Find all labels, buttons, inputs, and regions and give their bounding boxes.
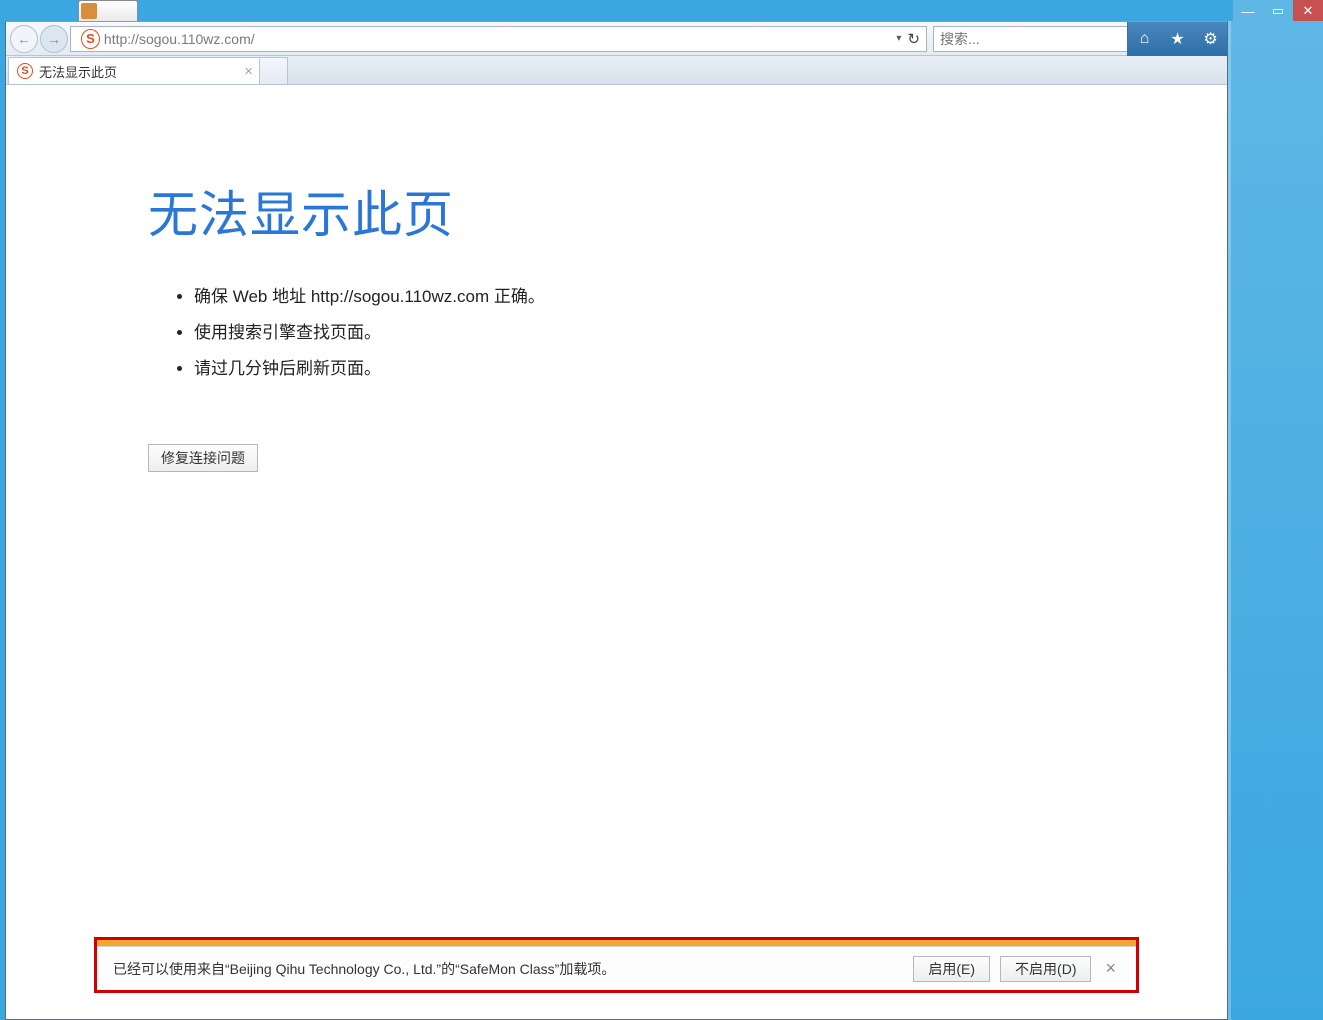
back-icon: ←: [17, 31, 31, 47]
window-close-button[interactable]: ✕: [1293, 0, 1323, 22]
notification-text: 已经可以使用来自“Beijing Qihu Technology Co., Lt…: [113, 959, 903, 979]
error-suggestions: 确保 Web 地址 http://sogou.110wz.com 正确。 使用搜…: [194, 285, 1048, 380]
error-bullet: 确保 Web 地址 http://sogou.110wz.com 正确。: [194, 285, 1048, 309]
new-tab-button[interactable]: [260, 57, 288, 84]
addon-notification-highlight: 已经可以使用来自“Beijing Qihu Technology Co., Lt…: [94, 937, 1139, 993]
address-bar[interactable]: S ▾ ↻: [70, 26, 927, 52]
disable-addon-button[interactable]: 不启用(D): [1000, 956, 1091, 982]
navigation-bar: ← → S ▾ ↻ 🔍 ▾ ⌂ ★ ⚙: [6, 22, 1227, 56]
forward-icon: →: [47, 31, 61, 47]
error-bullet: 使用搜索引擎查找页面。: [194, 321, 1048, 345]
forward-button[interactable]: →: [40, 25, 68, 53]
url-input[interactable]: [104, 31, 896, 47]
tab-favicon-icon: S: [17, 63, 33, 79]
home-icon[interactable]: ⌂: [1134, 28, 1156, 50]
refresh-icon[interactable]: ↻: [907, 30, 920, 48]
desktop-right-edge: [1228, 21, 1323, 1020]
back-button[interactable]: ←: [10, 25, 38, 53]
error-bullet: 请过几分钟后刷新页面。: [194, 357, 1048, 381]
window-minimize-button[interactable]: —: [1233, 0, 1263, 22]
tab-active[interactable]: S 无法显示此页 ×: [8, 57, 260, 84]
enable-addon-button[interactable]: 启用(E): [913, 956, 990, 982]
taskbar-tab: [78, 0, 138, 21]
toolbar-right: ⌂ ★ ⚙: [1127, 22, 1227, 56]
address-dropdown-icon[interactable]: ▾: [896, 33, 901, 44]
addon-notification-bar: 已经可以使用来自“Beijing Qihu Technology Co., Lt…: [97, 946, 1136, 990]
site-favicon-icon: S: [81, 29, 100, 49]
taskbar-tab-icon: [81, 3, 97, 19]
notification-close-icon[interactable]: ×: [1101, 958, 1120, 979]
tab-strip: S 无法显示此页 ×: [6, 56, 1227, 85]
error-page: 无法显示此页 确保 Web 地址 http://sogou.110wz.com …: [148, 175, 1048, 472]
fix-connection-button[interactable]: 修复连接问题: [148, 444, 258, 472]
favorites-icon[interactable]: ★: [1167, 28, 1189, 50]
tab-close-icon[interactable]: ×: [244, 63, 253, 80]
page-viewport: 无法显示此页 确保 Web 地址 http://sogou.110wz.com …: [6, 85, 1227, 1019]
ie-window: ← → S ▾ ↻ 🔍 ▾ ⌂ ★ ⚙ S 无法显示此页 ×: [5, 21, 1228, 1020]
window-maximize-button[interactable]: ▭: [1263, 0, 1293, 22]
error-heading: 无法显示此页: [148, 175, 1048, 247]
settings-gear-icon[interactable]: ⚙: [1200, 28, 1222, 50]
tab-title: 无法显示此页: [39, 62, 117, 81]
